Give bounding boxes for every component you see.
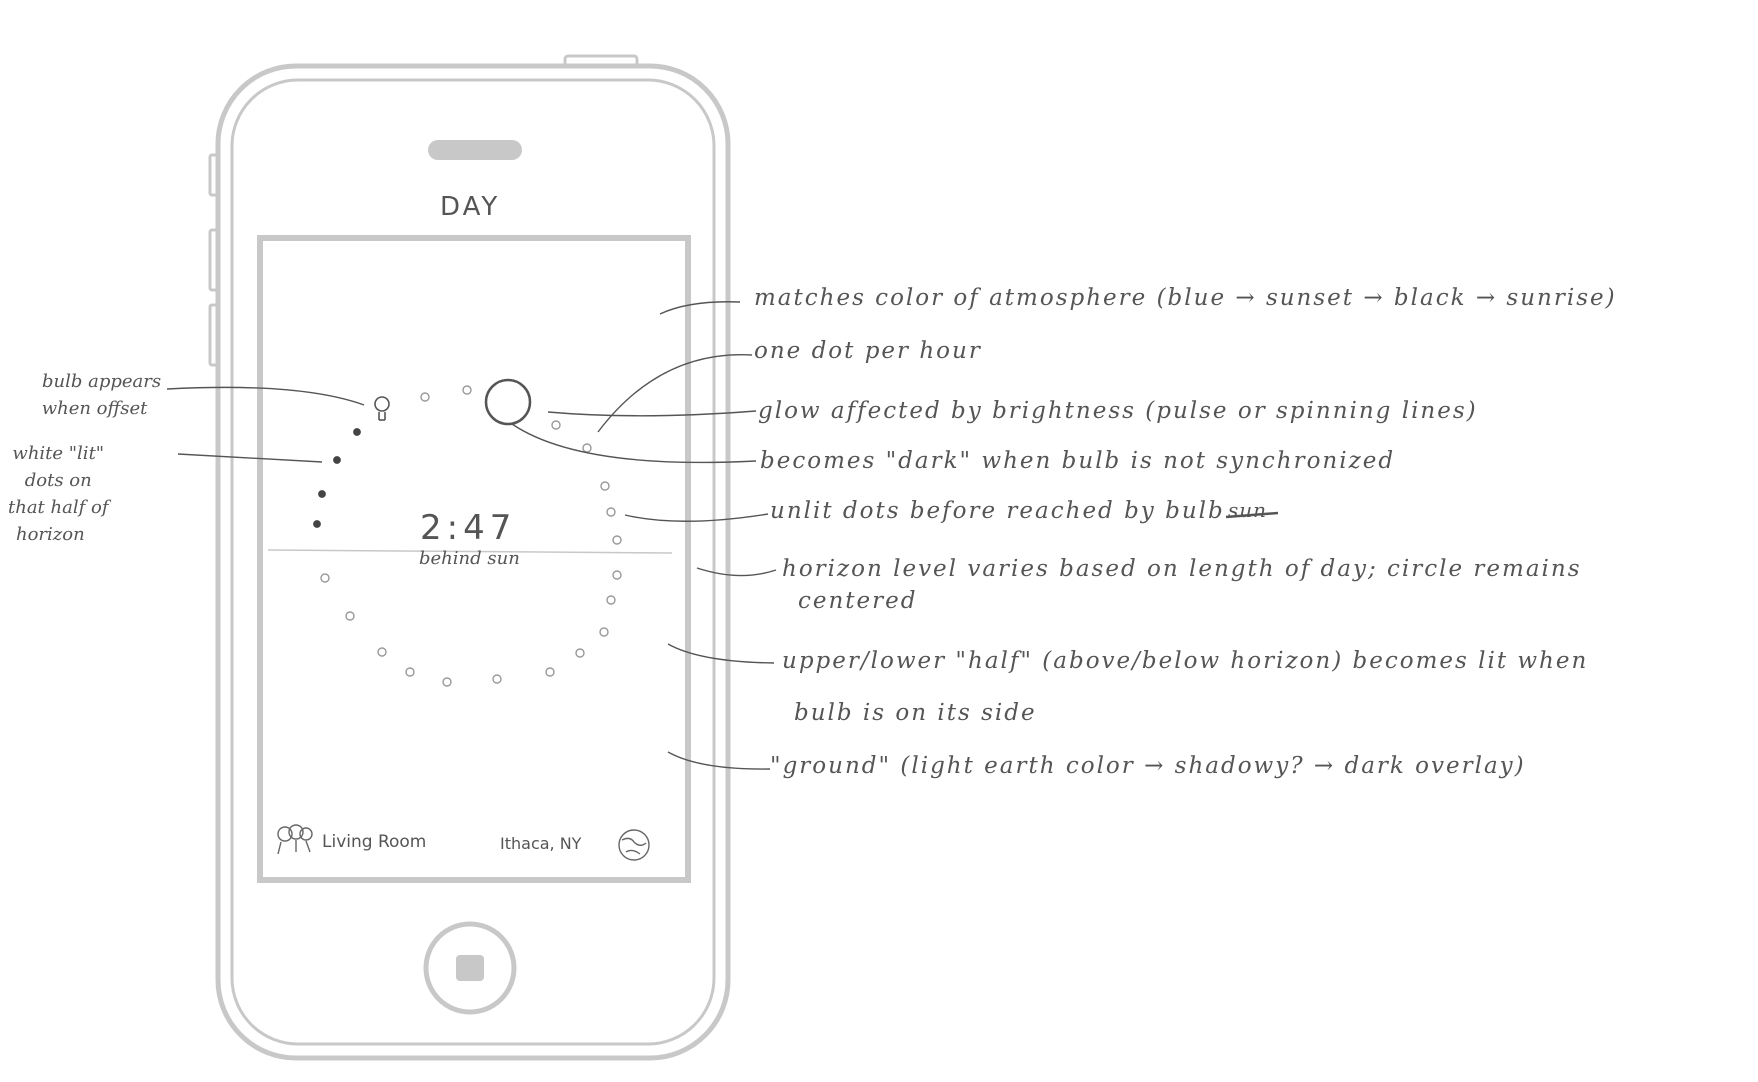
location-label[interactable]: Ithaca, NY bbox=[500, 834, 581, 853]
unlit-hour-dot bbox=[612, 570, 622, 580]
unlit-hour-dot bbox=[405, 667, 415, 677]
annotation-horizon-level-cont: centered bbox=[798, 588, 918, 614]
annotation-lit-dots-line2: dots on bbox=[24, 470, 92, 491]
lit-hour-dot bbox=[318, 490, 326, 498]
unlit-hour-dot bbox=[582, 443, 592, 453]
bulb-icon bbox=[374, 396, 390, 421]
annotation-glow: glow affected by brightness (pulse or sp… bbox=[758, 398, 1478, 424]
speaker-slot bbox=[428, 140, 522, 160]
unlit-hour-dot bbox=[377, 647, 387, 657]
annotation-dark: becomes "dark" when bulb is not synchron… bbox=[760, 448, 1396, 474]
annotation-lit-dots-line1: white "lit" bbox=[12, 443, 105, 464]
unlit-hour-dot bbox=[442, 677, 452, 687]
unlit-hour-dot bbox=[612, 535, 622, 545]
unlit-hour-dot bbox=[606, 507, 616, 517]
annotation-dot-per-hour: one dot per hour bbox=[754, 338, 982, 364]
time-display: 2:47 bbox=[420, 508, 517, 548]
unlit-hour-dot bbox=[606, 595, 616, 605]
unlit-hour-dot bbox=[420, 392, 430, 402]
globe-icon[interactable] bbox=[618, 829, 650, 861]
annotation-lit-dots-line3: that half of bbox=[8, 497, 109, 518]
annotation-bulb-offset: bulb appears when offset bbox=[28, 368, 161, 422]
sketch-canvas bbox=[166, 54, 1279, 1061]
unlit-hour-dot bbox=[551, 420, 561, 430]
lit-hour-dot bbox=[333, 456, 341, 464]
annotation-struck-word: sun bbox=[1228, 498, 1268, 522]
annotation-unlit-dots: unlit dots before reached by bulb bbox=[770, 498, 1225, 524]
unlit-hour-dot bbox=[345, 611, 355, 621]
unlit-hour-dot bbox=[575, 648, 585, 658]
home-button-icon[interactable] bbox=[423, 921, 517, 1015]
annotation-half-lit-cont: bulb is on its side bbox=[794, 700, 1037, 726]
annotation-half-lit: upper/lower "half" (above/below horizon)… bbox=[782, 648, 1589, 674]
annotation-lit-dots: white "lit" dots on that half of horizon bbox=[8, 440, 108, 548]
lit-hour-dot bbox=[353, 428, 361, 436]
sun-icon bbox=[484, 378, 532, 426]
unlit-hour-dot bbox=[599, 627, 609, 637]
annotation-lit-dots-line4: horizon bbox=[16, 524, 85, 545]
annotation-bulb-offset-line1: bulb appears bbox=[42, 371, 162, 392]
unlit-hour-dot bbox=[545, 667, 555, 677]
time-subtitle: behind sun bbox=[419, 548, 520, 569]
room-label[interactable]: Living Room bbox=[322, 832, 426, 852]
unlit-hour-dot bbox=[600, 481, 610, 491]
annotation-horizon-level: horizon level varies based on length of … bbox=[782, 556, 1582, 582]
screen-header: DAY bbox=[440, 192, 501, 222]
annotation-bulb-offset-line2: when offset bbox=[41, 398, 148, 419]
lit-hour-dot bbox=[313, 520, 321, 528]
unlit-hour-dot bbox=[492, 674, 502, 684]
annotation-atmosphere: matches color of atmosphere (blue → suns… bbox=[754, 285, 1617, 311]
unlit-hour-dot bbox=[320, 573, 330, 583]
annotation-ground: "ground" (light earth color → shadowy? →… bbox=[770, 753, 1526, 779]
bulbs-icon[interactable] bbox=[277, 824, 313, 855]
unlit-hour-dot bbox=[462, 385, 472, 395]
